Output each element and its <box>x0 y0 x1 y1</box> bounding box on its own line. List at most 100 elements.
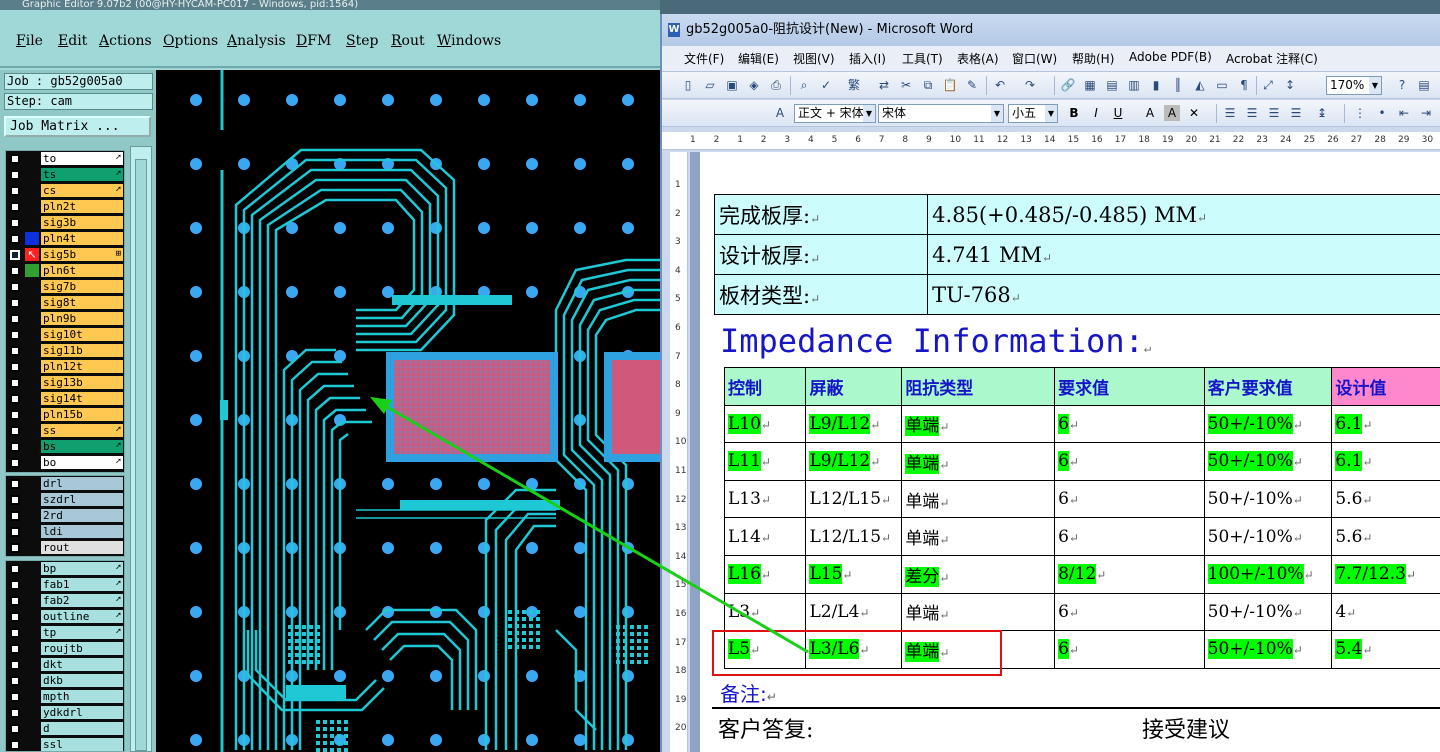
layer-row-sig13b[interactable]: sig13b <box>6 375 126 390</box>
layer-name[interactable]: dkb <box>41 674 123 687</box>
layer-row-rout[interactable]: rout <box>6 540 126 555</box>
layer-checkbox[interactable] <box>10 527 20 537</box>
pcb-graphic-canvas[interactable] <box>156 70 660 752</box>
layer-color-swatch[interactable] <box>25 264 39 277</box>
layer-name[interactable]: ts ➚ <box>41 168 123 181</box>
layer-checkbox[interactable] <box>10 724 20 734</box>
word-menu-acrobat-comments[interactable]: Acrobat 注释(C) <box>1226 50 1318 67</box>
layer-row-d[interactable]: d <box>6 721 126 736</box>
layer-row-pln15b[interactable]: pln15b <box>6 407 126 422</box>
layer-name[interactable]: pln12t <box>41 360 123 373</box>
layer-name[interactable]: sig14t <box>41 392 123 405</box>
layer-color-swatch[interactable] <box>25 232 39 245</box>
layer-checkbox[interactable] <box>10 442 20 452</box>
cut-icon[interactable]: ✂ <box>898 77 914 93</box>
layer-checkbox[interactable] <box>10 378 20 388</box>
layer-row-pln2t[interactable]: pln2t <box>6 199 126 214</box>
layer-row-2rd[interactable]: 2rd <box>6 508 126 523</box>
undo-icon[interactable]: ↶ <box>992 77 1008 93</box>
layer-checkbox[interactable] <box>10 394 20 404</box>
increase-indent-icon[interactable]: ⇥ <box>1418 105 1434 121</box>
layer-checkbox[interactable] <box>10 410 20 420</box>
layer-name[interactable]: roujtb <box>41 642 123 655</box>
align-left-icon[interactable]: ☰ <box>1222 105 1238 121</box>
columns-icon[interactable]: ▮ <box>1148 77 1164 93</box>
layer-name[interactable]: fab1 ➚ <box>41 578 123 591</box>
layer-row-dkb[interactable]: dkb <box>6 673 126 688</box>
spelling-icon[interactable]: ✓ <box>818 77 834 93</box>
layer-checkbox[interactable] <box>10 186 20 196</box>
layer-name[interactable]: ss ➚ <box>41 424 123 437</box>
layer-checkbox[interactable] <box>10 282 20 292</box>
read-mode-icon[interactable]: ▤ <box>1416 77 1432 93</box>
layer-checkbox[interactable] <box>10 596 20 606</box>
word-menu-help[interactable]: 帮助(H) <box>1072 50 1114 67</box>
layer-name[interactable]: sig5b ⊞ <box>41 248 123 261</box>
layer-scrollbar[interactable] <box>130 146 152 752</box>
layer-row-szdrl[interactable]: szdrl <box>6 492 126 507</box>
word-menu-table[interactable]: 表格(A) <box>957 50 999 67</box>
layer-name[interactable]: outline ➚ <box>41 610 123 623</box>
layer-row-bo[interactable]: bo ➚ <box>6 455 126 470</box>
layer-row-fab1[interactable]: fab1 ➚ <box>6 577 126 592</box>
layer-checkbox[interactable] <box>10 692 20 702</box>
font-combo[interactable]: 宋体 ▼ <box>878 104 1004 123</box>
italic-icon[interactable]: I <box>1088 105 1104 121</box>
layer-checkbox[interactable] <box>10 644 20 654</box>
bold-icon[interactable]: B <box>1066 105 1082 121</box>
layer-name[interactable]: pln15b <box>41 408 123 421</box>
layer-name[interactable]: to ➚ <box>41 152 123 165</box>
layer-row-pln12t[interactable]: pln12t <box>6 359 126 374</box>
word-menu-insert[interactable]: 插入(I) <box>849 50 886 67</box>
layer-name[interactable]: pln2t <box>41 200 123 213</box>
layer-checkbox[interactable] <box>10 628 20 638</box>
layer-row-ts[interactable]: ts ➚ <box>6 167 126 182</box>
layer-row-dkt[interactable]: dkt <box>6 657 126 672</box>
layer-checkbox[interactable] <box>10 676 20 686</box>
layer-row-bs[interactable]: bs ➚ <box>6 439 126 454</box>
layer-name[interactable]: ldi <box>41 525 123 538</box>
layer-checkbox[interactable] <box>10 298 20 308</box>
layer-row-tp[interactable]: tp ➚ <box>6 625 126 640</box>
layer-row-sig3b[interactable]: sig3b <box>6 215 126 230</box>
insert-excel-icon[interactable]: ▥ <box>1126 77 1142 93</box>
layer-name[interactable]: drl <box>41 477 123 490</box>
reading-icon[interactable]: ⤢ <box>1260 77 1276 93</box>
menu-step[interactable]: Step <box>346 33 378 49</box>
layer-checkbox[interactable] <box>10 708 20 718</box>
layer-name[interactable]: pln4t <box>41 232 123 245</box>
underline-icon[interactable]: U <box>1110 105 1126 121</box>
layer-row-fab2[interactable]: fab2 ➚ <box>6 593 126 608</box>
layer-name[interactable]: tp ➚ <box>41 626 123 639</box>
menu-actions[interactable]: Actions <box>99 33 152 49</box>
zoom-combo[interactable]: 170% ▼ <box>1326 76 1382 95</box>
layer-row-ss[interactable]: ss ➚ <box>6 423 126 438</box>
layer-name[interactable]: dkt <box>41 658 123 671</box>
line-spacing-icon[interactable]: ↨ <box>1314 105 1330 121</box>
layer-checkbox[interactable] <box>10 170 20 180</box>
hyperlink-icon[interactable]: 🔗 <box>1060 77 1076 93</box>
insert-table-icon[interactable]: ▤ <box>1104 77 1120 93</box>
scroll-thumb[interactable] <box>135 159 147 751</box>
layer-row-sig8t[interactable]: sig8t <box>6 295 126 310</box>
research-icon[interactable]: 繁 <box>846 77 862 93</box>
layer-name[interactable]: bp ➚ <box>41 562 123 575</box>
layer-name[interactable]: pln6t <box>41 264 123 277</box>
layer-checkbox[interactable] <box>10 543 20 553</box>
layer-row-sig14t[interactable]: sig14t <box>6 391 126 406</box>
menu-windows[interactable]: Windows <box>437 33 501 49</box>
style-combo[interactable]: 正文 + 宋体 ▼ <box>794 104 876 123</box>
menu-analysis[interactable]: Analysis <box>227 33 286 49</box>
word-menu-adobe-pdf[interactable]: Adobe PDF(B) <box>1129 50 1212 64</box>
document-map-icon[interactable]: ▭ <box>1214 77 1230 93</box>
layer-name[interactable]: 2rd <box>41 509 123 522</box>
word-menu-edit[interactable]: 编辑(E) <box>738 50 779 67</box>
paste-icon[interactable]: 📋 <box>942 77 958 93</box>
layer-row-pln4t[interactable]: pln4t <box>6 231 126 246</box>
layer-name[interactable]: d <box>41 722 123 735</box>
redo-icon[interactable]: ↷ <box>1022 77 1038 93</box>
layer-row-drl[interactable]: drl <box>6 476 126 491</box>
permission-icon[interactable]: ◈ <box>746 77 762 93</box>
bullets-icon[interactable]: • <box>1374 105 1390 121</box>
layer-checkbox[interactable] <box>10 250 20 260</box>
